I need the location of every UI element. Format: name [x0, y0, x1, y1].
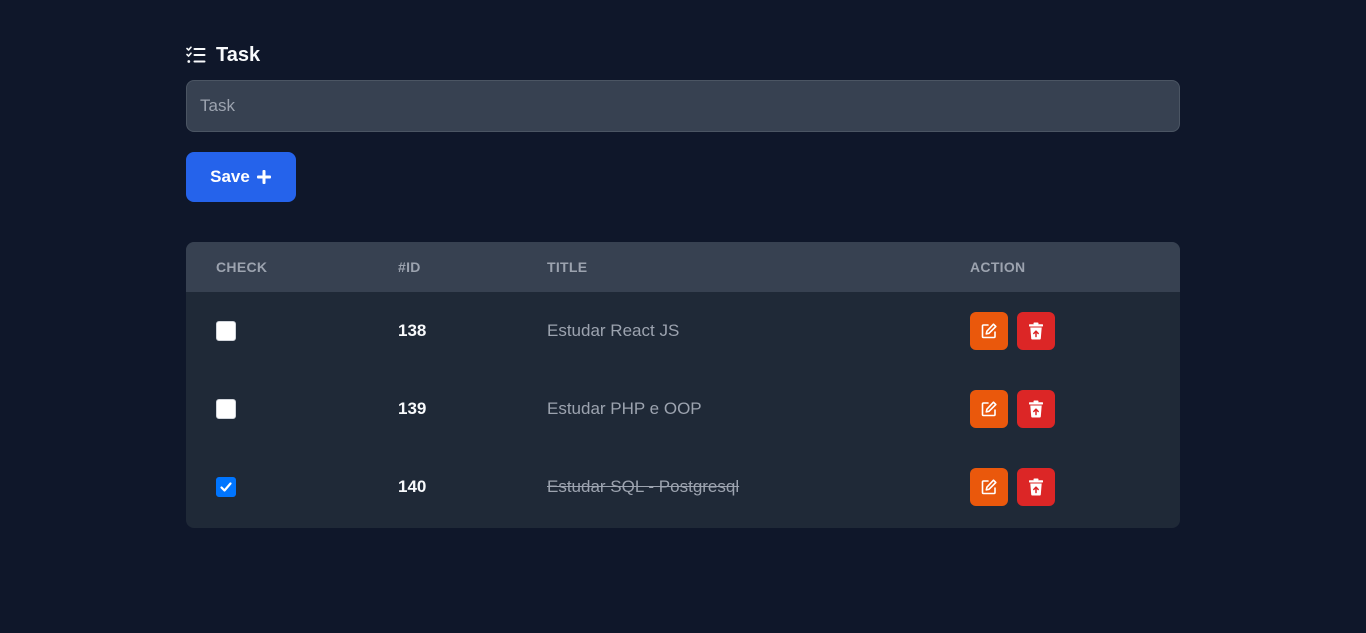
trash-icon: [1029, 400, 1043, 418]
table-header: CHECK #ID TITLE ACTION: [186, 242, 1180, 292]
trash-icon: [1029, 322, 1043, 340]
title-cell: Estudar React JS: [547, 292, 679, 370]
task-title: Estudar PHP e OOP: [547, 399, 702, 418]
id-cell: 139: [398, 370, 426, 448]
action-cell: [970, 370, 1055, 448]
id-cell: 138: [398, 292, 426, 370]
edit-icon: [981, 479, 997, 495]
trash-icon: [1029, 478, 1043, 496]
action-cell: [970, 448, 1055, 526]
plus-icon: [256, 169, 272, 185]
title-cell: Estudar SQL - Postgresql: [547, 448, 739, 526]
task-id: 139: [398, 399, 427, 418]
delete-button[interactable]: [1017, 312, 1055, 350]
list-check-icon: [186, 45, 206, 65]
page-title: Task: [216, 43, 261, 66]
table-row: 140 Estudar SQL - Postgresql: [186, 448, 1180, 526]
task-input[interactable]: [186, 80, 1180, 132]
task-title: Estudar React JS: [547, 321, 680, 340]
title-cell: Estudar PHP e OOP: [547, 370, 702, 448]
column-header-title: TITLE: [547, 259, 588, 275]
edit-button[interactable]: [970, 468, 1008, 506]
task-checkbox[interactable]: [216, 477, 236, 497]
task-id: 138: [398, 321, 427, 340]
task-checkbox[interactable]: [216, 321, 236, 341]
id-cell: 140: [398, 448, 426, 526]
task-title: Estudar SQL - Postgresql: [547, 477, 740, 496]
delete-button[interactable]: [1017, 390, 1055, 428]
edit-icon: [981, 323, 997, 339]
check-cell: [216, 370, 236, 448]
edit-button[interactable]: [970, 390, 1008, 428]
column-header-id: #ID: [398, 259, 421, 275]
column-header-action: ACTION: [970, 259, 1026, 275]
edit-icon: [981, 401, 997, 417]
check-cell: [216, 448, 236, 526]
page-header: Task: [186, 44, 260, 66]
check-cell: [216, 292, 236, 370]
column-header-check: CHECK: [216, 259, 268, 275]
save-button-label: Save: [210, 167, 250, 186]
task-id: 140: [398, 477, 427, 496]
action-cell: [970, 292, 1055, 370]
table-row: 139 Estudar PHP e OOP: [186, 370, 1180, 448]
task-table: CHECK #ID TITLE ACTION 138 Estudar React…: [186, 242, 1180, 528]
table-row: 138 Estudar React JS: [186, 292, 1180, 370]
task-checkbox[interactable]: [216, 399, 236, 419]
delete-button[interactable]: [1017, 468, 1055, 506]
save-button[interactable]: Save: [186, 152, 296, 202]
check-icon: [220, 482, 232, 492]
edit-button[interactable]: [970, 312, 1008, 350]
